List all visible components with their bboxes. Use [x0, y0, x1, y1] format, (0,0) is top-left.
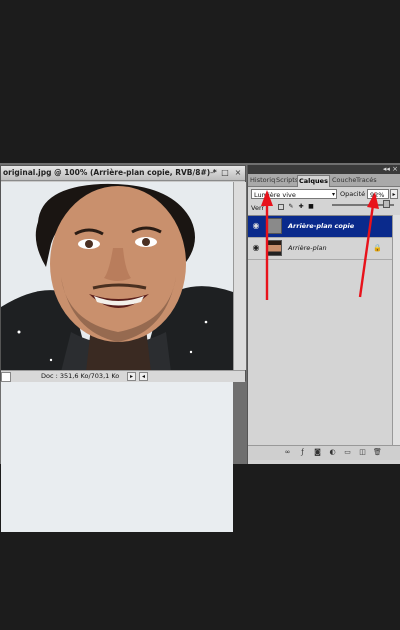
annotation-arrows — [261, 190, 379, 300]
annotation-arrow-opacity — [358, 204, 375, 298]
annotation-arrowhead-blend — [261, 190, 273, 206]
annotation-arrowhead-opacity — [367, 192, 379, 209]
